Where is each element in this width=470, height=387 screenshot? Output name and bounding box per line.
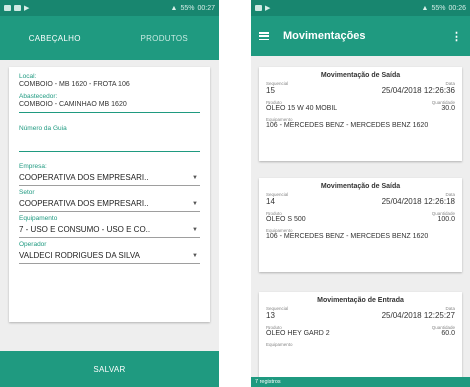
status-time: 00:26 — [448, 4, 466, 12]
empresa-value: COOPERATIVA DOS EMPRESARI.. — [19, 173, 149, 182]
movement-type: Movimentação de Entrada — [317, 297, 404, 304]
movement-card[interactable]: Movimentação de Saída Sequencial Data 15 2… — [259, 67, 462, 161]
equipamento-value: 7 - USO E CONSUMO - USO E CO.. — [19, 225, 151, 234]
app-bar: Movimentações ⋮ — [251, 16, 470, 56]
abastecedor-label: Abastecedor: — [19, 93, 58, 100]
equipamento-label: Equipamento — [266, 342, 293, 347]
play-icon: ▶ — [265, 5, 271, 12]
operador-underline — [19, 263, 200, 264]
date-value: 25/04/2018 12:26:36 — [381, 86, 455, 95]
signal-icon: ▲ — [421, 4, 429, 12]
save-button[interactable]: SALVAR — [0, 351, 219, 387]
quantity-value: 60.0 — [441, 330, 455, 337]
chevron-down-icon: ▼ — [192, 226, 198, 233]
chevron-down-icon: ▼ — [192, 174, 198, 181]
menu-icon[interactable] — [259, 32, 269, 40]
status-time: 00:27 — [197, 4, 215, 12]
abastecedor-value: COMBOIO - CAMINHAO MB 1620 — [19, 101, 127, 108]
equipamento-label: Equipamento — [19, 215, 58, 222]
operador-select[interactable]: VALDECI RODRIGUES DA SILVA ▼ — [19, 251, 200, 260]
mail-icon — [255, 5, 262, 11]
mail-icon — [14, 5, 21, 11]
list-screen: ▶ ▲ 55% 00:26 Movimentações ⋮ Movimentação… — [251, 0, 470, 387]
guia-underline — [19, 151, 200, 152]
date-value: 25/04/2018 12:26:18 — [381, 197, 455, 206]
more-icon[interactable]: ⋮ — [451, 30, 462, 43]
signal-icon: ▲ — [170, 4, 178, 12]
sequencial-value: 14 — [266, 197, 275, 206]
battery-percent: 55% — [431, 4, 446, 12]
empresa-label: Empresa: — [19, 163, 47, 170]
setor-label: Setor — [19, 189, 35, 196]
form-card: Local: COMBOIO - MB 1620 - FROTA 106 Aba… — [9, 67, 210, 322]
local-label: Local: — [19, 73, 37, 80]
operador-label: Operador — [19, 241, 47, 248]
battery-percent: 55% — [180, 4, 195, 12]
product-value: ÓLEO S 500 — [266, 216, 306, 223]
tab-bar: CABEÇALHO PRODUTOS — [0, 16, 219, 60]
movement-type: Movimentação de Saída — [320, 183, 401, 190]
record-count: 7 registros — [251, 377, 470, 387]
setor-select[interactable]: COOPERATIVA DOS EMPRESARI.. ▼ — [19, 199, 200, 208]
abastecedor-underline — [19, 112, 200, 113]
chevron-down-icon: ▼ — [192, 252, 198, 259]
equipamento-underline — [19, 237, 200, 238]
tab-cabecalho[interactable]: CABEÇALHO — [0, 34, 110, 43]
guia-label: Número da Guia — [19, 125, 67, 132]
movement-type: Movimentação de Saída — [320, 72, 401, 79]
empresa-underline — [19, 185, 200, 186]
status-bar: ▶ ▲ 55% 00:27 — [0, 0, 219, 16]
local-value: COMBOIO - MB 1620 - FROTA 106 — [19, 81, 130, 88]
sequencial-value: 13 — [266, 311, 275, 320]
quantity-value: 30.0 — [441, 105, 455, 112]
chevron-down-icon: ▼ — [192, 200, 198, 207]
product-value: ÓLEO HEY GARD 2 — [266, 330, 330, 337]
play-icon: ▶ — [24, 5, 30, 12]
product-value: ÓLEO 15 W 40 MOBIL — [266, 105, 338, 112]
notification-icon — [4, 5, 11, 11]
form-screen: ▶ ▲ 55% 00:27 CABEÇALHO PRODUTOS Local: CO… — [0, 0, 219, 387]
equipment-value: 106 - MERCEDES BENZ - MERCEDES BENZ 1620 — [266, 233, 429, 240]
empresa-select[interactable]: COOPERATIVA DOS EMPRESARI.. ▼ — [19, 173, 200, 182]
date-value: 25/04/2018 12:25:27 — [381, 311, 455, 320]
equipment-value: 106 - MERCEDES BENZ - MERCEDES BENZ 1620 — [266, 122, 429, 129]
setor-value: COOPERATIVA DOS EMPRESARI.. — [19, 199, 149, 208]
tab-produtos[interactable]: PRODUTOS — [110, 34, 220, 43]
equipamento-select[interactable]: 7 - USO E CONSUMO - USO E CO.. ▼ — [19, 225, 200, 234]
status-bar: ▶ ▲ 55% 00:26 — [251, 0, 470, 16]
sequencial-value: 15 — [266, 86, 275, 95]
setor-underline — [19, 211, 200, 212]
operador-value: VALDECI RODRIGUES DA SILVA — [19, 251, 140, 260]
page-title: Movimentações — [283, 30, 366, 42]
movement-card[interactable]: Movimentação de Entrada Sequencial Data 1… — [259, 292, 462, 387]
movement-card[interactable]: Movimentação de Saída Sequencial Data 14 2… — [259, 178, 462, 272]
quantity-value: 100.0 — [437, 216, 455, 223]
guia-input[interactable] — [19, 133, 200, 142]
